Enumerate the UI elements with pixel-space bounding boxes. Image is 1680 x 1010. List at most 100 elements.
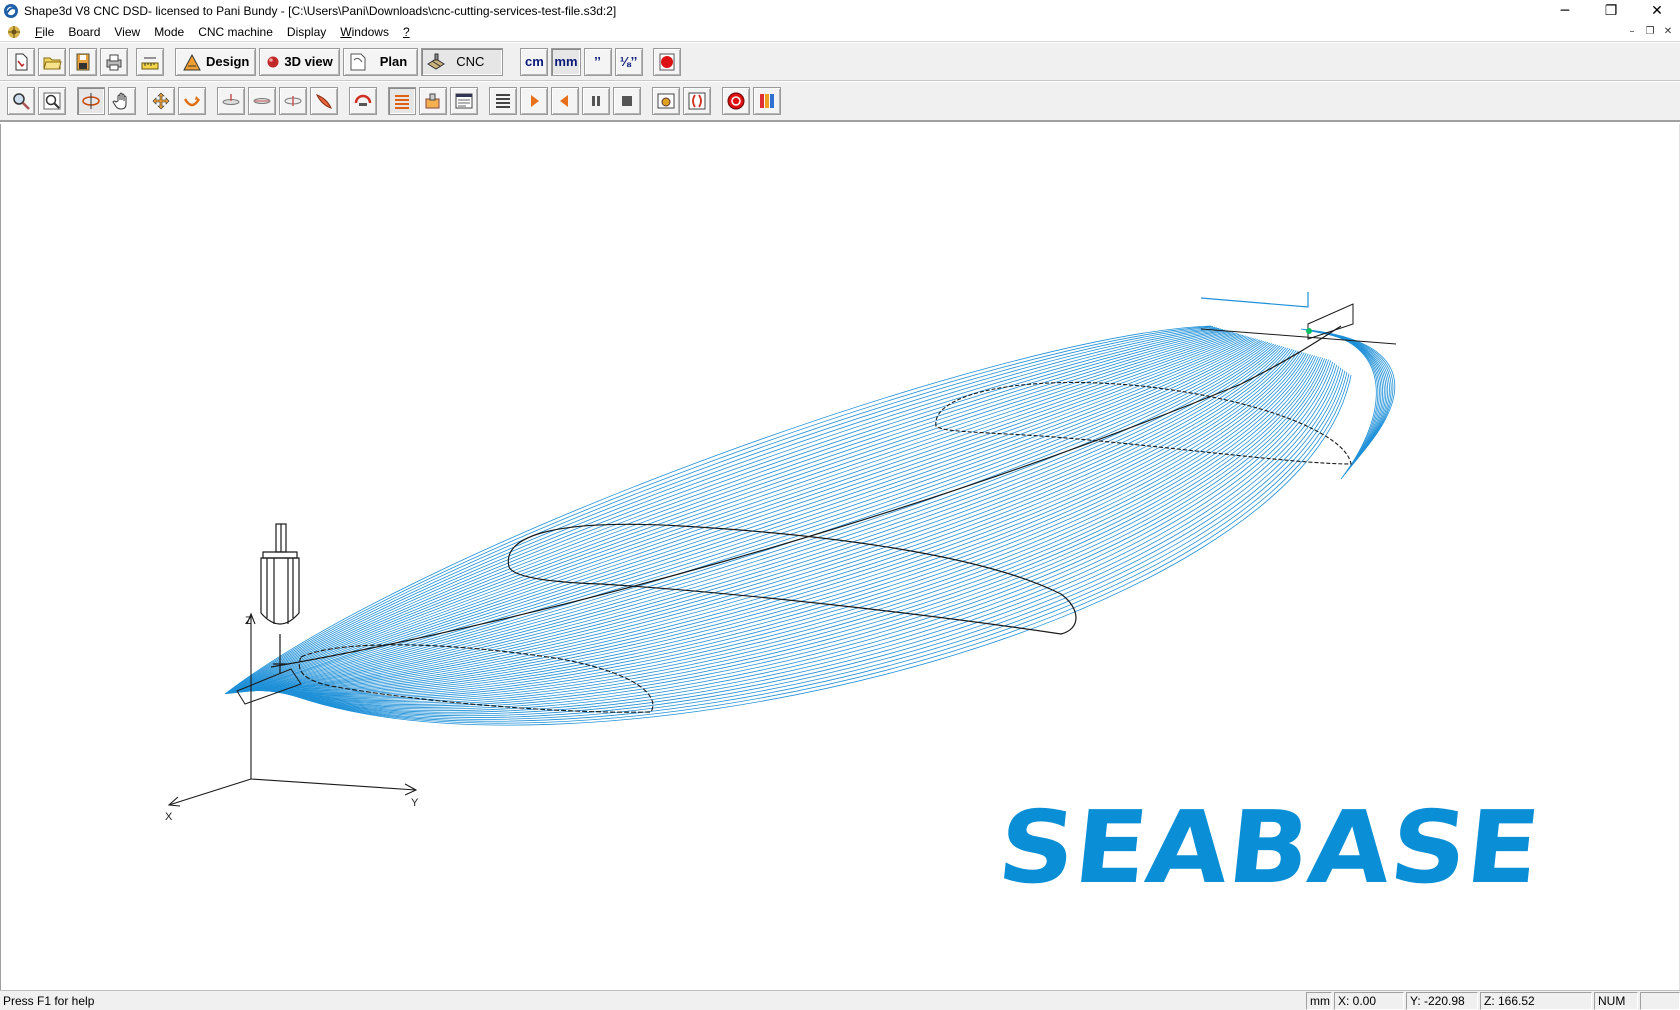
new-file-button[interactable] [7, 47, 35, 76]
emergency-stop-icon [727, 92, 745, 110]
play-icon [531, 95, 539, 107]
cutter-button[interactable] [349, 87, 377, 115]
emergency-stop-button[interactable] [722, 87, 750, 115]
help-icon [659, 53, 675, 70]
title-bar: Shape3d V8 CNC DSD- licensed to Pani Bun… [0, 0, 1680, 22]
move-board-button[interactable] [147, 87, 175, 115]
printer-icon [106, 54, 122, 70]
doc-minimize-button[interactable]: – [1624, 24, 1640, 38]
toolpath-line [240, 337, 1254, 693]
sphere-icon [267, 56, 279, 67]
toolpath-line [263, 356, 1319, 700]
text-window-icon [455, 93, 473, 109]
pause-icon [592, 96, 600, 106]
cut-rail-button[interactable] [279, 87, 307, 115]
measure-button[interactable] [136, 47, 164, 76]
pause-button[interactable] [582, 87, 610, 115]
board-shape-button[interactable] [310, 87, 338, 115]
menu-mode[interactable]: Mode [147, 25, 191, 39]
cut-top-button[interactable] [217, 87, 245, 115]
document-window-controls: – ❐ ✕ [1624, 24, 1676, 38]
axis-gizmo [167, 612, 418, 807]
menu-board[interactable]: Board [61, 25, 107, 39]
save-file-button[interactable] [69, 47, 97, 76]
status-z-coordinate: Z: 166.52 [1480, 991, 1592, 1010]
view-toolbar [0, 82, 1680, 122]
stack-icon [496, 94, 510, 108]
tool-position-marker [1306, 328, 1312, 334]
unit-inch-label: ’’ [594, 54, 601, 69]
outline-button[interactable] [683, 87, 711, 115]
cnc-3d-viewport[interactable]: Z X Y SEABASE [0, 124, 1680, 990]
menu-view[interactable]: View [107, 25, 147, 39]
unit-fraction-button[interactable]: ⅛’’ [614, 47, 643, 76]
menu-bar: File Board View Mode CNC machine Display… [0, 22, 1680, 42]
doc-restore-button[interactable]: ❐ [1642, 24, 1658, 38]
3d-view-mode-button[interactable]: 3D view [259, 47, 340, 76]
close-button[interactable]: ✕ [1634, 0, 1680, 22]
play-button[interactable] [520, 87, 548, 115]
print-button[interactable] [100, 47, 128, 76]
rotate-view-button[interactable] [77, 87, 105, 115]
flip-board-button[interactable] [178, 87, 206, 115]
pan-button[interactable] [108, 87, 136, 115]
toolpath-lines-button[interactable] [388, 87, 416, 115]
new-file-icon [15, 53, 28, 70]
board-top-icon [222, 94, 240, 105]
unit-cm-label: cm [525, 54, 544, 69]
toolpath-line [240, 338, 1256, 693]
doc-close-button[interactable]: ✕ [1660, 24, 1676, 38]
toolpath-line [266, 358, 1328, 705]
stack-button[interactable] [489, 87, 517, 115]
menu-windows[interactable]: Windows [333, 25, 396, 39]
zoom-button[interactable] [38, 87, 66, 115]
status-bar: Press F1 for help mm X: 0.00 Y: -220.98 … [0, 990, 1680, 1010]
app-icon [4, 4, 18, 18]
menu-display[interactable]: Display [280, 25, 333, 39]
document-icon[interactable] [6, 24, 22, 40]
help-button[interactable] [652, 47, 681, 76]
rotate-icon [82, 93, 100, 109]
design-icon [183, 53, 201, 70]
ruler-icon [141, 57, 159, 69]
machine-block-button[interactable] [419, 87, 447, 115]
board-bottom-icon [253, 98, 271, 104]
cut-bottom-button[interactable] [248, 87, 276, 115]
machine-settings-button[interactable] [652, 87, 680, 115]
settings-window-icon [657, 93, 675, 109]
cnc-mode-button[interactable]: CNC [421, 47, 504, 76]
main-toolbar: Design 3D view Plan CNC cm mm ’’ ⅛’’ [0, 43, 1680, 81]
minimize-button[interactable]: ─ [1542, 0, 1588, 22]
design-label: Design [206, 54, 250, 69]
plan-icon [350, 53, 366, 70]
tail-support [1200, 292, 1309, 308]
axis-label-z: Z [245, 615, 252, 627]
stop-button[interactable] [613, 87, 641, 115]
open-file-button[interactable] [38, 47, 66, 76]
stop-icon [622, 96, 632, 106]
toolpath-line [229, 329, 1224, 694]
toolpath-lines [224, 325, 1396, 726]
plan-mode-button[interactable]: Plan [342, 47, 419, 76]
board-toolpath-scene[interactable]: Z X Y SEABASE [1, 124, 1679, 990]
flip-icon [183, 96, 201, 107]
unit-inch-button[interactable]: ’’ [583, 47, 612, 76]
design-mode-button[interactable]: Design [175, 47, 257, 76]
zoom-window-button[interactable] [7, 87, 35, 115]
menu-help[interactable]: ? [396, 25, 417, 39]
reverse-button[interactable] [551, 87, 579, 115]
menu-cnc-machine[interactable]: CNC machine [191, 25, 280, 39]
unit-cm-button[interactable]: cm [520, 47, 549, 76]
cutter-icon [354, 94, 372, 106]
colors-button[interactable] [753, 87, 781, 115]
unit-mm-button[interactable]: mm [551, 47, 581, 76]
seabase-logo: SEABASE [993, 789, 1545, 906]
axis-label-y: Y [411, 797, 419, 809]
move-icon [152, 92, 170, 110]
menu-file[interactable]: File [28, 25, 61, 39]
restore-button[interactable]: ❐ [1588, 0, 1634, 22]
zoom-window-icon [13, 93, 30, 110]
status-unit: mm [1306, 991, 1332, 1010]
gcode-window-button[interactable] [450, 87, 478, 115]
board-rail-icon [284, 96, 302, 106]
